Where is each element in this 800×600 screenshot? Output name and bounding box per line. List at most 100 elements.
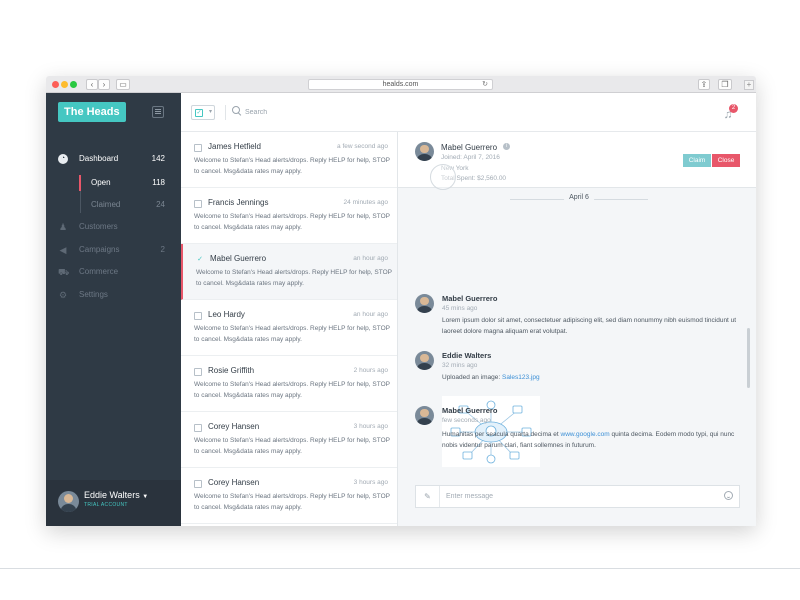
message-author: Eddie Walters bbox=[442, 351, 492, 360]
new-tab-icon[interactable]: + bbox=[744, 80, 754, 90]
message-preview: Welcome to Stefan's Head alerts/drops. R… bbox=[194, 381, 390, 399]
sidebar-subitem-label: Claimed bbox=[91, 200, 121, 209]
attachment-link[interactable]: Sales123.jpg bbox=[502, 374, 540, 381]
message-preview: Welcome to Stefan's Head alerts/drops. R… bbox=[196, 269, 392, 287]
row-checkbox[interactable] bbox=[194, 144, 202, 152]
cart-icon: ⛟ bbox=[58, 267, 70, 277]
app-logo[interactable]: The Heads bbox=[58, 102, 126, 122]
date-label: April 6 bbox=[564, 194, 594, 201]
sender-name: Corey Hansen bbox=[208, 478, 260, 487]
message-input[interactable] bbox=[446, 489, 706, 504]
sidebar-item-label: Dashboard bbox=[79, 154, 119, 163]
sidebar-item-campaigns[interactable]: ◀ Campaigns 2 bbox=[46, 242, 181, 258]
maximize-window-button[interactable] bbox=[70, 81, 77, 88]
user-menu[interactable]: Eddie Walters ▼ TRIAL ACCOUNT bbox=[46, 480, 181, 526]
sidebar-item-count: 142 bbox=[151, 154, 165, 163]
message-time: 45 mins ago bbox=[442, 305, 478, 312]
row-checkbox[interactable] bbox=[194, 200, 202, 208]
message-time: 3 hours ago bbox=[353, 423, 388, 430]
contact-name: Mabel Guerrero bbox=[441, 143, 498, 152]
sidebar-item-dashboard[interactable]: ◔ Dashboard 142 bbox=[46, 151, 181, 167]
select-all-dropdown[interactable]: ✓ ▾ bbox=[191, 105, 215, 120]
chevron-down-icon: ▼ bbox=[142, 494, 149, 500]
top-toolbar: ✓ ▾ ♫ 2 bbox=[181, 93, 756, 132]
message-preview: Welcome to Stefan's Head alerts/drops. R… bbox=[194, 213, 390, 231]
sidebar-item-settings[interactable]: ⚙ Settings bbox=[46, 287, 181, 303]
list-item[interactable]: Leo Hardy an hour ago Welcome to Stefan'… bbox=[181, 300, 397, 356]
click-ripple bbox=[430, 164, 456, 190]
message-time: a few second ago bbox=[337, 143, 388, 150]
stage-divider bbox=[0, 568, 800, 569]
menu-icon[interactable] bbox=[152, 106, 164, 118]
message-time: 24 minutes ago bbox=[343, 199, 388, 206]
close-window-button[interactable] bbox=[52, 81, 59, 88]
sender-name: James Hetfield bbox=[208, 142, 261, 151]
sidebar-item-label: Commerce bbox=[79, 267, 119, 276]
message-text: Lorem ipsum dolor sit amet, consectetuer… bbox=[442, 317, 737, 335]
avatar bbox=[58, 491, 79, 512]
conversation-scrollbar[interactable] bbox=[747, 328, 750, 388]
row-checkbox[interactable] bbox=[194, 480, 202, 488]
chevron-down-icon: ▾ bbox=[208, 109, 212, 115]
customers-icon: ♟ bbox=[58, 222, 68, 232]
dashboard-icon: ◔ bbox=[58, 154, 68, 164]
list-item[interactable]: Rosie Griffith 2 hours ago Welcome to St… bbox=[181, 356, 397, 412]
search-input[interactable] bbox=[245, 104, 395, 120]
row-checkbox-checked[interactable]: ✓ bbox=[196, 256, 204, 264]
message-list: James Hetfield a few second ago Welcome … bbox=[181, 132, 398, 526]
tabs-icon[interactable]: ❐ bbox=[718, 79, 732, 90]
sidebar-item-label: Settings bbox=[79, 290, 108, 299]
search-icon bbox=[232, 106, 242, 116]
claim-button[interactable]: Claim bbox=[683, 154, 711, 167]
list-item[interactable]: Corey Hansen 3 hours ago Welcome to Stef… bbox=[181, 412, 397, 468]
sidebar-toggle-icon[interactable]: ▭ bbox=[116, 79, 130, 90]
share-icon[interactable]: ⇪ bbox=[698, 79, 710, 90]
minimize-window-button[interactable] bbox=[61, 81, 68, 88]
message-time: 3 hours ago bbox=[353, 479, 388, 486]
message-text: Uploaded an image: Sales123.jpg bbox=[442, 374, 540, 381]
message-preview: Welcome to Stefan's Head alerts/drops. R… bbox=[194, 157, 390, 175]
address-text: healds.com bbox=[382, 81, 419, 88]
message-time: 2 hours ago bbox=[353, 367, 388, 374]
row-checkbox[interactable] bbox=[194, 424, 202, 432]
sender-name: Corey Hansen bbox=[208, 422, 260, 431]
sidebar-item-label: Customers bbox=[79, 222, 118, 231]
contact-header: Mabel Guerrero i Joined: April 7, 2016 N… bbox=[398, 132, 756, 190]
gear-icon: ⚙ bbox=[58, 290, 68, 300]
avatar bbox=[415, 406, 434, 425]
address-bar[interactable]: healds.com ↻ bbox=[308, 79, 493, 90]
list-item[interactable]: Corey Hansen 3 hours ago Welcome to Stef… bbox=[181, 468, 397, 524]
message-preview: Welcome to Stefan's Head alerts/drops. R… bbox=[194, 493, 390, 511]
emoji-icon[interactable] bbox=[724, 491, 733, 500]
row-checkbox[interactable] bbox=[194, 312, 202, 320]
conversation-panel: Mabel Guerrero i Joined: April 7, 2016 N… bbox=[398, 132, 756, 526]
message-time: few seconds ago bbox=[442, 417, 491, 424]
sidebar-subitem-label: Open bbox=[91, 178, 111, 187]
list-item-selected[interactable]: ✓ Mabel Guerrero an hour ago Welcome to … bbox=[181, 244, 397, 300]
sidebar-item-commerce[interactable]: ⛟ Commerce bbox=[46, 264, 181, 280]
info-icon[interactable]: i bbox=[503, 143, 510, 150]
sidebar-item-customers[interactable]: ♟ Customers bbox=[46, 219, 181, 235]
close-button[interactable]: Close bbox=[712, 154, 740, 167]
megaphone-icon: ◀ bbox=[59, 245, 67, 255]
sender-name: Leo Hardy bbox=[208, 310, 245, 319]
user-name: Eddie Walters ▼ bbox=[84, 490, 149, 500]
reload-icon[interactable]: ↻ bbox=[482, 80, 488, 89]
paperclip-icon[interactable]: ✎ bbox=[416, 486, 440, 507]
browser-toolbar: ‹ › ▭ healds.com ↻ ⇪ ❐ + bbox=[46, 76, 756, 93]
row-checkbox[interactable] bbox=[194, 368, 202, 376]
forward-icon[interactable]: › bbox=[98, 79, 110, 90]
user-role: TRIAL ACCOUNT bbox=[84, 502, 128, 508]
back-icon[interactable]: ‹ bbox=[86, 79, 98, 90]
sidebar-subitem-claimed[interactable]: Claimed 24 bbox=[46, 197, 181, 213]
message-time: an hour ago bbox=[353, 311, 388, 318]
list-item[interactable]: Francis Jennings 24 minutes ago Welcome … bbox=[181, 188, 397, 244]
list-item[interactable]: James Hetfield a few second ago Welcome … bbox=[181, 132, 397, 188]
sidebar-subitem-open[interactable]: Open 118 bbox=[46, 175, 181, 191]
message-time: 32 mins ago bbox=[442, 362, 478, 369]
sender-name: Francis Jennings bbox=[208, 198, 269, 207]
sidebar-subitem-count: 118 bbox=[152, 178, 165, 187]
avatar bbox=[415, 294, 434, 313]
checkmark-icon: ✓ bbox=[195, 109, 203, 117]
message-link[interactable]: www.google.com bbox=[561, 431, 610, 438]
